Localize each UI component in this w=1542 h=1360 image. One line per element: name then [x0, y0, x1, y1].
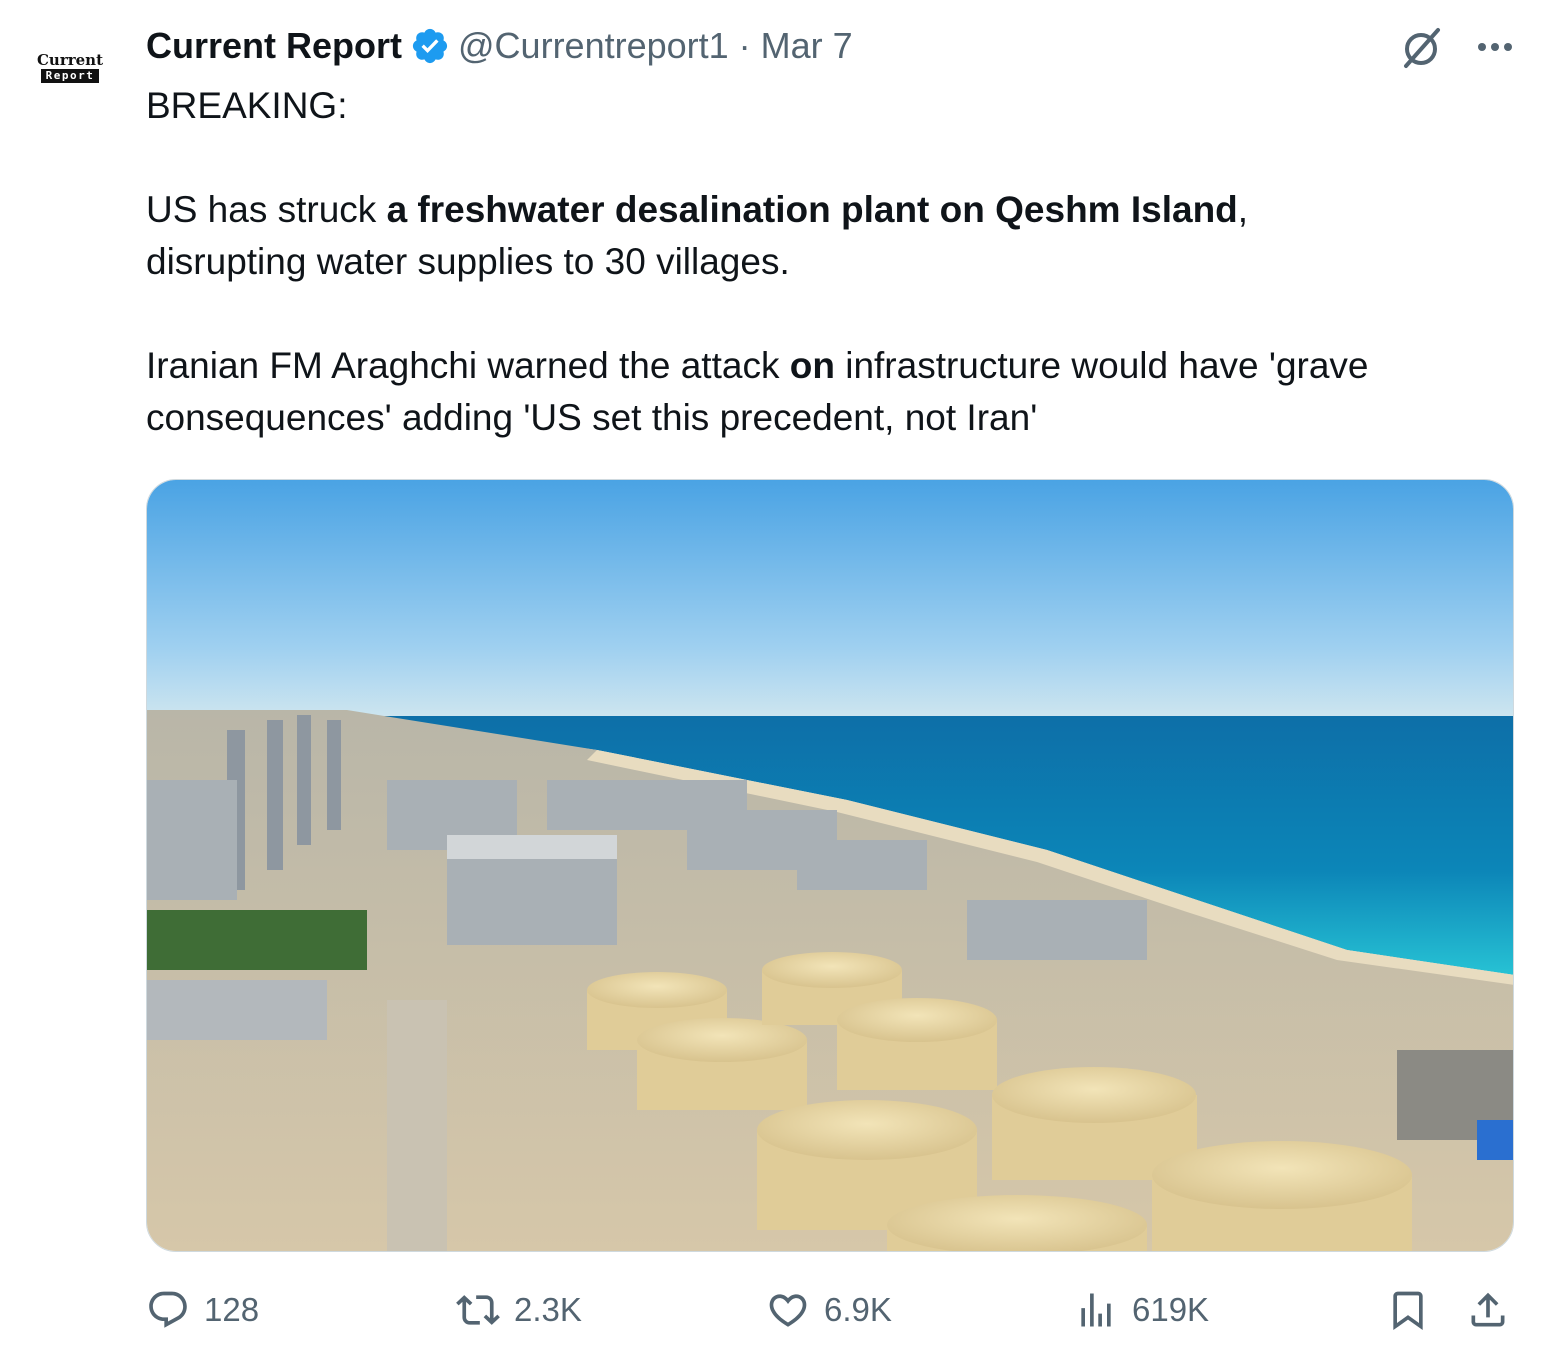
tweet-paragraph-1-cont: disrupting water supplies to 30 villages… [146, 241, 790, 282]
verified-badge-icon [412, 28, 448, 64]
reply-count: 128 [204, 1291, 260, 1328]
tweet-text-bold: a freshwater desalination plant on Qeshm… [386, 189, 1238, 230]
tweet-paragraph-2: Iranian FM Araghchi warned the attack on… [146, 340, 1516, 392]
avatar[interactable]: Current Report [20, 40, 120, 140]
tweet-action-bar: 128 2.3K 6.9K 619K [146, 1282, 1516, 1338]
like-button[interactable]: 6.9K [766, 1282, 892, 1338]
tweet-text-bold: on [789, 345, 835, 386]
tweet-line-breaking: BREAKING: [146, 85, 348, 126]
reply-button[interactable]: 128 [146, 1282, 259, 1338]
tweet-paragraph-2-cont: consequences' adding 'US set this preced… [146, 397, 1038, 438]
views-button[interactable]: 619K [1074, 1282, 1209, 1338]
repost-count: 2.3K [514, 1291, 582, 1328]
views-count: 619K [1132, 1291, 1210, 1328]
like-count: 6.9K [824, 1291, 892, 1328]
share-icon [1471, 1292, 1505, 1327]
grok-icon[interactable] [1396, 22, 1446, 72]
bookmark-icon [1393, 1291, 1423, 1331]
more-options-icon[interactable] [1472, 24, 1518, 70]
tweet-photo[interactable] [146, 479, 1514, 1252]
bookmark-button[interactable] [1386, 1282, 1430, 1338]
tweet-top-actions [1396, 22, 1518, 72]
tweet-header: Current Report @Currentreport1 · Mar 7 [146, 20, 853, 72]
header-separator: · [738, 25, 751, 66]
tweet-paragraph-1: US has struck a freshwater desalination … [146, 184, 1516, 236]
repost-icon [456, 1295, 500, 1325]
tweet-text-span: US has struck [146, 189, 387, 230]
desalination-plant-photo [147, 480, 1513, 1251]
tweet-text-span: Iranian FM Araghchi warned the attack [146, 345, 790, 386]
tweet-text: BREAKING: US has struck a freshwater des… [146, 80, 1516, 444]
reply-icon [149, 1291, 187, 1328]
tweet-text-span: infrastructure would have 'grave [834, 345, 1369, 386]
tweet-date[interactable]: Mar 7 [761, 25, 853, 67]
avatar-logo-line1: Current [36, 51, 104, 69]
views-chart-icon [1081, 1293, 1111, 1327]
author-handle[interactable]: @Currentreport1 [458, 25, 729, 67]
tweet-text-span: , [1237, 189, 1249, 230]
avatar-logo-line2: Report [40, 69, 100, 83]
repost-button[interactable]: 2.3K [456, 1282, 582, 1338]
share-button[interactable] [1466, 1282, 1510, 1338]
heart-icon [769, 1294, 807, 1327]
display-name[interactable]: Current Report [146, 25, 402, 67]
